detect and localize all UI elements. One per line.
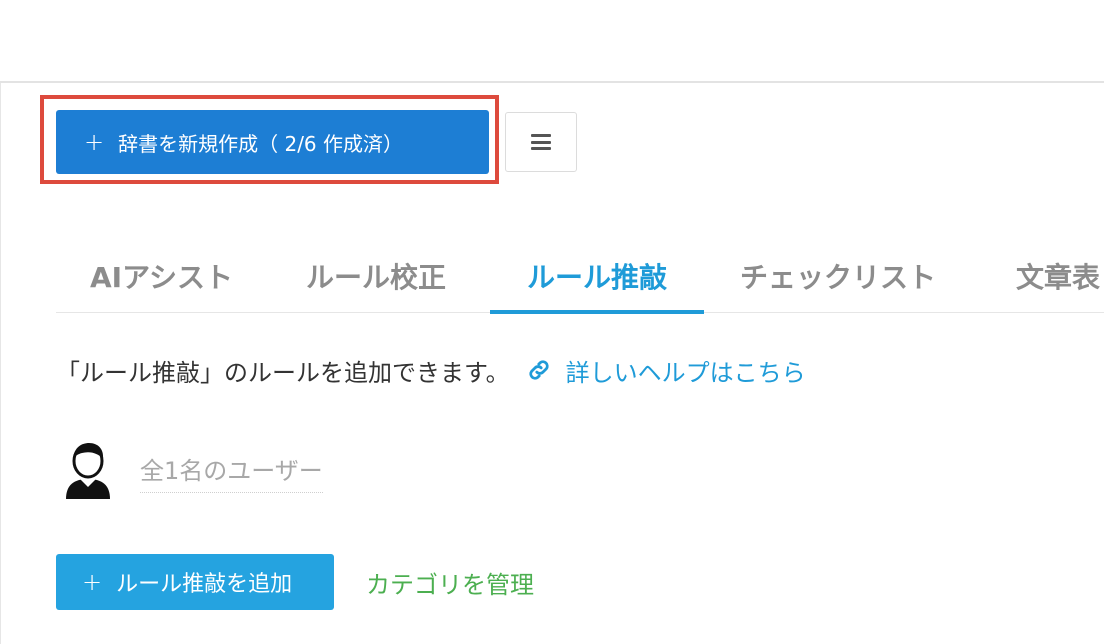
add-rule-button[interactable]: + ルール推敲を追加 [56,554,334,610]
create-dictionary-label: 辞書を新規作成（ 2/6 作成済） [118,131,404,156]
menu-button[interactable] [505,112,577,172]
tab-ai-assist[interactable]: AIアシスト [90,240,233,312]
plus-icon: + [84,128,105,156]
header-divider [0,81,1104,83]
link-icon [526,357,552,383]
help-link[interactable]: 詳しいヘルプはこちら [566,353,806,388]
content-left-border [0,83,1,644]
tab-rule-proofreading[interactable]: ルール校正 [306,240,446,312]
description-row: 「ルール推敲」のルールを追加できます。 詳しいヘルプはこちら [56,350,806,390]
tab-bar: AIアシスト ルール校正 ルール推敲 チェックリスト 文章表 [56,240,1104,314]
create-dictionary-button[interactable]: + 辞書を新規作成（ 2/6 作成済） [56,110,489,174]
tab-rule-polishing[interactable]: ルール推敲 [490,240,704,314]
manage-categories-link[interactable]: カテゴリを管理 [366,562,534,602]
plus-icon: + [82,568,103,596]
users-count-link[interactable]: 全1名のユーザー [140,451,323,493]
users-row: 全1名のユーザー [62,440,323,504]
add-rule-label: ルール推敲を追加 [116,572,293,597]
user-avatar-icon [62,441,114,503]
description-text: 「ルール推敲」のルールを追加できます。 [56,358,510,387]
tab-text-table[interactable]: 文章表 [1016,240,1100,312]
hamburger-icon [531,134,551,150]
tab-checklist[interactable]: チェックリスト [740,240,936,312]
